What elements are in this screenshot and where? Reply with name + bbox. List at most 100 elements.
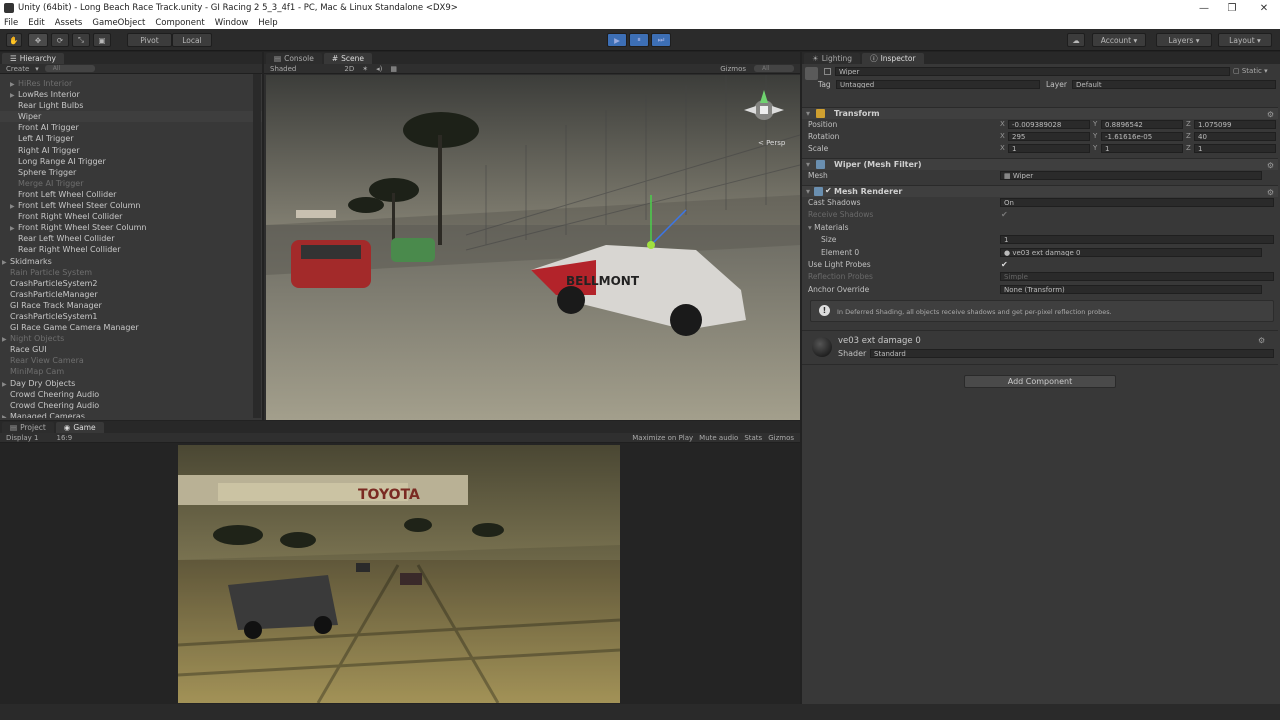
hierarchy-item[interactable]: Rain Particle System (0, 267, 262, 278)
hierarchy-item[interactable]: ▶ Night Objects (0, 333, 262, 344)
rotation-x-field[interactable]: 295 (1008, 132, 1090, 141)
game-view[interactable]: TOYOTA (178, 445, 620, 703)
layer-dropdown[interactable]: Default (1072, 80, 1276, 89)
hierarchy-item[interactable]: Left AI Trigger (0, 133, 262, 144)
layers-dropdown[interactable]: Layers ▾ (1156, 33, 1212, 47)
expand-arrow-icon[interactable]: ▶ (2, 379, 10, 390)
cloud-icon[interactable]: ☁ (1067, 33, 1085, 47)
position-z-field[interactable]: 1.075099 (1194, 120, 1276, 129)
create-dropdown[interactable]: Create (6, 65, 29, 73)
hierarchy-item[interactable]: Front Left Wheel Collider (0, 189, 262, 200)
hierarchy-item[interactable]: ▶ Front Left Wheel Steer Column (0, 200, 262, 211)
rotation-y-field[interactable]: -1.61616e-05 (1101, 132, 1183, 141)
hierarchy-item[interactable]: Rear Light Bulbs (0, 100, 262, 111)
scene-search-input[interactable]: All (754, 65, 794, 72)
menu-item-window[interactable]: Window (215, 18, 249, 28)
hierarchy-item[interactable]: Crowd Cheering Audio (0, 389, 262, 400)
scale-x-field[interactable]: 1 (1008, 144, 1090, 153)
play-button[interactable]: ▶ (607, 33, 627, 47)
mesh-renderer-header[interactable]: ▾ ✔ Mesh Renderer ⚙ (802, 185, 1278, 197)
hierarchy-search-input[interactable]: All (44, 65, 95, 72)
reflection-probes-dropdown[interactable]: Simple (1000, 272, 1274, 281)
game-gizmos-dropdown[interactable]: Gizmos (768, 434, 794, 442)
step-button[interactable]: ⏭ (651, 33, 671, 47)
menu-item-assets[interactable]: Assets (55, 18, 83, 28)
maximize-on-play-toggle[interactable]: Maximize on Play (632, 434, 693, 442)
rotation-z-field[interactable]: 40 (1194, 132, 1276, 141)
hierarchy-item[interactable]: Rear Left Wheel Collider (0, 233, 262, 244)
tab-hierarchy[interactable]: ☰ Hierarchy (2, 53, 64, 64)
scene-render[interactable]: BELLMONT < Persp (266, 75, 800, 420)
material-settings-icon[interactable]: ⚙ (1258, 336, 1265, 345)
hierarchy-item[interactable]: CrashParticleSystem2 (0, 278, 262, 289)
object-name-field[interactable]: Wiper (835, 67, 1230, 76)
scale-y-field[interactable]: 1 (1101, 144, 1183, 153)
move-tool-icon[interactable]: ✥ (28, 33, 48, 47)
cast-shadows-dropdown[interactable]: On (1000, 198, 1274, 207)
position-y-field[interactable]: 0.8896542 (1101, 120, 1183, 129)
menu-item-gameobject[interactable]: GameObject (92, 18, 145, 28)
hierarchy-item[interactable]: Right AI Trigger (0, 145, 262, 156)
mute-audio-toggle[interactable]: Mute audio (699, 434, 738, 442)
receive-shadows-checkbox[interactable]: ✔ (1001, 210, 1008, 219)
hierarchy-item[interactable]: MiniMap Cam (0, 366, 262, 377)
restore-icon[interactable]: ❐ (1216, 0, 1248, 16)
shader-dropdown[interactable]: Standard (870, 349, 1274, 358)
local-toggle-button[interactable]: Local (172, 33, 212, 47)
tab-scene[interactable]: # Scene (323, 53, 373, 64)
light-probes-checkbox[interactable]: ✔ (1001, 260, 1008, 269)
static-checkbox[interactable]: ▢ Static ▾ (1233, 67, 1268, 75)
tab-project[interactable]: ▤ Project (2, 422, 54, 433)
hierarchy-item[interactable]: CrashParticleSystem1 (0, 311, 262, 322)
menu-item-file[interactable]: File (4, 18, 18, 28)
hierarchy-item[interactable]: Sphere Trigger (0, 167, 262, 178)
tab-console[interactable]: ▤ Console (266, 53, 322, 64)
menu-item-help[interactable]: Help (258, 18, 277, 28)
hierarchy-item[interactable]: Long Range AI Trigger (0, 156, 262, 167)
scene-view[interactable]: BELLMONT < Persp (266, 75, 800, 420)
tag-dropdown[interactable]: Untagged (836, 80, 1040, 89)
position-x-field[interactable]: -0.009389028 (1008, 120, 1090, 129)
stats-toggle[interactable]: Stats (744, 434, 762, 442)
menu-item-component[interactable]: Component (155, 18, 204, 28)
hierarchy-item[interactable]: Wiper (0, 111, 262, 123)
hand-tool-icon[interactable]: ✋ (6, 33, 22, 47)
element0-field[interactable]: ● ve03 ext damage 0 (1000, 248, 1262, 257)
hierarchy-item[interactable]: GI Race Track Manager (0, 300, 262, 311)
add-component-button[interactable]: Add Component (964, 375, 1116, 388)
rotate-tool-icon[interactable]: ⟳ (51, 33, 69, 47)
mode-2d-button[interactable]: 2D (344, 65, 354, 73)
pivot-toggle-button[interactable]: Pivot (127, 33, 172, 47)
hierarchy-scrollbar[interactable] (253, 74, 261, 418)
expand-arrow-icon[interactable]: ▶ (2, 412, 10, 418)
display-dropdown[interactable]: Display 1 (6, 434, 38, 442)
tab-inspector[interactable]: ⓘ Inspector (862, 53, 924, 64)
scale-z-field[interactable]: 1 (1194, 144, 1276, 153)
menu-item-edit[interactable]: Edit (28, 18, 44, 28)
hierarchy-item[interactable]: Rear Right Wheel Collider (0, 244, 262, 255)
hierarchy-item[interactable]: Front AI Trigger (0, 122, 262, 133)
hierarchy-item[interactable]: Crowd Cheering Audio (0, 400, 262, 411)
materials-size-field[interactable]: 1 (1000, 235, 1274, 244)
lighting-toggle-icon[interactable]: ✶ (362, 65, 368, 73)
expand-arrow-icon[interactable]: ▶ (2, 257, 10, 268)
hierarchy-item[interactable]: Rear View Camera (0, 355, 262, 366)
game-render[interactable]: TOYOTA (178, 445, 620, 703)
mesh-filter-header[interactable]: ▾ Wiper (Mesh Filter) ⚙ (802, 158, 1278, 170)
hierarchy-item[interactable]: CrashParticleManager (0, 289, 262, 300)
hierarchy-item[interactable]: Race GUI (0, 344, 262, 355)
active-checkbox[interactable] (824, 68, 831, 75)
anchor-override-field[interactable]: None (Transform) (1000, 285, 1262, 294)
effects-toggle-icon[interactable]: ▦ (390, 65, 397, 73)
tab-game[interactable]: ◉ Game (55, 422, 104, 433)
hierarchy-item[interactable]: ▶ HiRes Interior (0, 78, 262, 89)
hierarchy-item[interactable]: ▶ Managed Cameras (0, 411, 262, 418)
rect-tool-icon[interactable]: ▣ (93, 33, 111, 47)
scale-tool-icon[interactable]: ⤡ (72, 33, 90, 47)
aspect-dropdown[interactable]: 16:9 (56, 434, 72, 442)
account-dropdown[interactable]: Account ▾ (1092, 33, 1146, 47)
hierarchy-item[interactable]: Front Right Wheel Collider (0, 211, 262, 222)
close-icon[interactable]: ✕ (1248, 0, 1280, 16)
hierarchy-item[interactable]: GI Race Game Camera Manager (0, 322, 262, 333)
pause-button[interactable]: ⏸ (629, 33, 649, 47)
